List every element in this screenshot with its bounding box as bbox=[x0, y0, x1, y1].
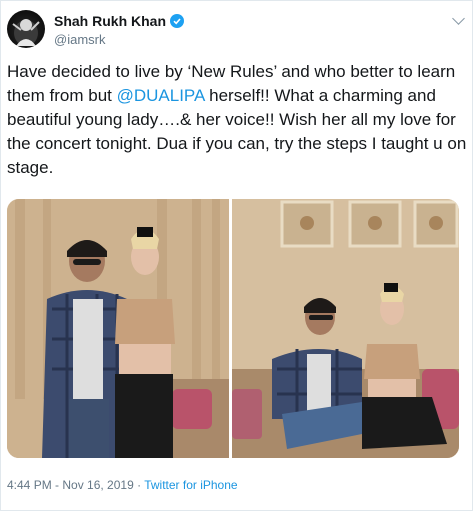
photo-1[interactable] bbox=[7, 199, 229, 458]
author-name-row[interactable]: Shah Rukh Khan bbox=[54, 13, 185, 29]
photo-2-image bbox=[232, 199, 459, 458]
meta-separator: · bbox=[133, 478, 145, 492]
photo-1-image bbox=[7, 199, 229, 458]
avatar[interactable] bbox=[7, 10, 45, 48]
tweet-text: Have decided to live by ‘New Rules’ and … bbox=[7, 60, 469, 180]
verified-badge-icon bbox=[170, 14, 185, 28]
media-grid bbox=[7, 199, 459, 458]
tweet-meta: 4:44 PM - Nov 16, 2019 · Twitter for iPh… bbox=[7, 478, 238, 492]
author-name[interactable]: Shah Rukh Khan bbox=[54, 13, 166, 29]
chevron-down-icon[interactable] bbox=[452, 12, 465, 25]
avatar-icon bbox=[12, 19, 40, 46]
source-link[interactable]: Twitter for iPhone bbox=[144, 478, 237, 492]
mention-link[interactable]: @DUALIPA bbox=[117, 86, 205, 105]
timestamp-link[interactable]: 4:44 PM - Nov 16, 2019 bbox=[7, 478, 134, 492]
photo-2[interactable] bbox=[232, 199, 459, 458]
author-handle[interactable]: @iamsrk bbox=[54, 32, 105, 47]
tweet-card: Shah Rukh Khan @iamsrk Have decided to l… bbox=[0, 0, 473, 511]
